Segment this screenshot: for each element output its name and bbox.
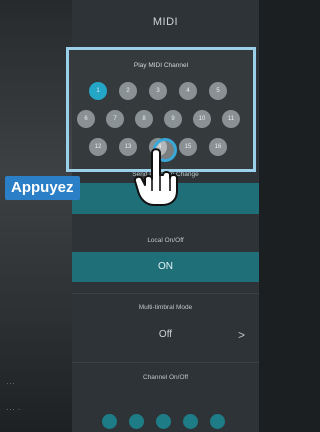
multi-timbral-title: Multi-timbral Mode xyxy=(138,304,193,311)
multi-timbral-selector[interactable]: Off > xyxy=(72,318,259,352)
channel-toggle[interactable] xyxy=(129,414,144,429)
background-menu: ··· ··· · xyxy=(0,0,72,432)
tap-callout: Appuyez xyxy=(5,176,80,200)
divider xyxy=(72,293,259,294)
chevron-right-icon: > xyxy=(237,328,245,342)
local-onoff-toggle[interactable]: ON xyxy=(72,252,259,282)
channel-button-9[interactable]: 9 xyxy=(164,110,182,128)
channel-toggle[interactable] xyxy=(210,414,225,429)
multi-timbral-value: Off xyxy=(158,329,173,340)
channel-toggle[interactable] xyxy=(102,414,117,429)
channel-toggle[interactable] xyxy=(156,414,171,429)
channel-button-3[interactable]: 3 xyxy=(149,82,167,100)
divider xyxy=(72,362,259,363)
background-menu-item: ··· xyxy=(6,378,15,388)
channel-button-16[interactable]: 16 xyxy=(209,138,227,156)
channel-button-4[interactable]: 4 xyxy=(179,82,197,100)
background-menu-item: ··· · xyxy=(6,404,21,414)
channel-button-11[interactable]: 11 xyxy=(222,110,240,128)
screen: ··· ··· · MIDI Send Program Change Local… xyxy=(0,0,259,432)
panel-title: MIDI xyxy=(152,16,179,28)
channel-button-10[interactable]: 10 xyxy=(193,110,211,128)
channel-toggle[interactable] xyxy=(183,414,198,429)
channel-button-15[interactable]: 15 xyxy=(179,138,197,156)
channel-button-8[interactable]: 8 xyxy=(135,110,153,128)
channel-button-1[interactable]: 1 xyxy=(89,82,107,100)
midi-channel-title: Play MIDI Channel xyxy=(133,62,189,69)
hand-pointer-icon xyxy=(133,148,178,206)
channel-onoff-title: Channel On/Off xyxy=(142,374,189,381)
local-onoff-title: Local On/Off xyxy=(147,237,184,244)
channel-button-2[interactable]: 2 xyxy=(119,82,137,100)
channel-button-7[interactable]: 7 xyxy=(106,110,124,128)
channel-button-12[interactable]: 12 xyxy=(89,138,107,156)
channel-button-5[interactable]: 5 xyxy=(209,82,227,100)
channel-button-6[interactable]: 6 xyxy=(77,110,95,128)
